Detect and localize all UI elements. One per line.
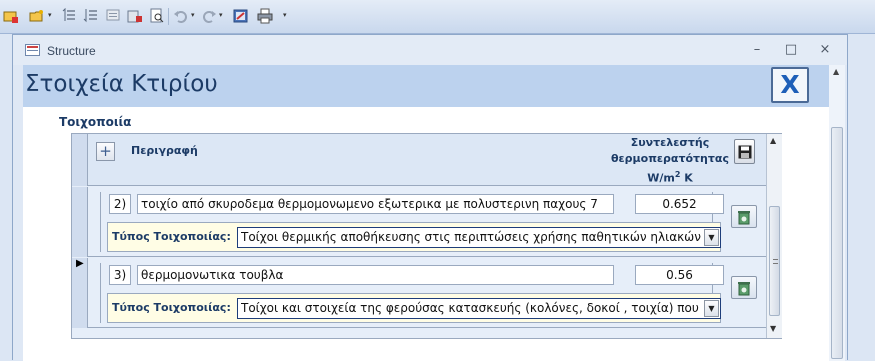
customize-icon[interactable]: ▾ xyxy=(283,12,289,19)
record-row[interactable]: 2) τοιχίο από σκυροδεμα θερμομονωμενο εξ… xyxy=(72,187,766,257)
new-record-icon[interactable] xyxy=(2,7,20,25)
record-selector[interactable] xyxy=(72,187,88,257)
sort-desc-icon[interactable] xyxy=(82,7,100,25)
wall-type-row: Τύπος Τοιχοποιίας: Τοίχοι θερμικής αποθή… xyxy=(107,222,721,252)
window-title: Structure xyxy=(47,44,96,58)
wall-type-combo[interactable]: Τοίχοι θερμικής αποθήκευσης στις περιπτώ… xyxy=(237,227,721,248)
walls-subform: + Περιγραφή Συντελεστής θερμοπερατότητας… xyxy=(71,133,782,339)
chevron-down-icon[interactable]: ▼ xyxy=(704,229,719,246)
description-field[interactable]: θερμομονωτικα τουβλα xyxy=(137,265,614,285)
wall-type-combo[interactable]: Τοίχοι και στοιχεία της φερούσας κατασκε… xyxy=(237,298,721,319)
print-icon[interactable] xyxy=(256,7,274,25)
form-body: Τοιχοποιία + Περιγραφή Συντελεστής θερμο… xyxy=(23,107,829,361)
chevron-down-icon[interactable]: ▾ xyxy=(191,12,197,19)
coef-header-line2: θερμοπερατότητας xyxy=(611,152,729,165)
chevron-down-icon[interactable]: ▼ xyxy=(704,300,719,317)
close-icon: X xyxy=(780,70,800,99)
structure-window: Structure – □ × Στοιχεία Κτιρίου X ▲ Τοι… xyxy=(12,34,848,361)
minimize-button[interactable]: – xyxy=(746,41,768,59)
maximize-button[interactable]: □ xyxy=(780,41,802,59)
sort-asc-icon[interactable] xyxy=(60,7,78,25)
delete-record-button[interactable] xyxy=(731,276,757,299)
section-label: Τοιχοποιία xyxy=(59,115,132,129)
add-record-button[interactable]: + xyxy=(96,142,115,161)
chevron-down-icon[interactable]: ▾ xyxy=(219,12,225,19)
trash-icon xyxy=(738,211,750,225)
window-titlebar: Structure – □ × xyxy=(13,35,847,65)
record-body: 3) θερμομονωτικα τουβλα 0.56 Τύπος Τοιχο… xyxy=(100,263,724,323)
record-number: 3) xyxy=(109,265,131,285)
column-header-description: Περιγραφή xyxy=(131,144,198,157)
scroll-down-icon[interactable]: ▼ xyxy=(770,324,776,333)
column-header-coefficient: Συντελεστής θερμοπερατότητας W/m2 K xyxy=(600,135,740,187)
record-row[interactable]: ▶ 3) θερμομονωτικα τουβλα 0.56 Τύπος Τοι… xyxy=(72,258,766,328)
wall-type-row: Τύπος Τοιχοποιίας: Τοίχοι και στοιχεία τ… xyxy=(107,293,721,323)
save-button[interactable] xyxy=(734,139,755,164)
close-window-button[interactable]: × xyxy=(814,41,836,59)
record-selector[interactable]: ▶ xyxy=(72,258,88,328)
print-preview-icon[interactable] xyxy=(148,7,166,25)
record-body: 2) τοιχίο από σκυροδεμα θερμομονωμενο εξ… xyxy=(100,192,724,252)
record-number: 2) xyxy=(109,194,131,214)
delete-record-button[interactable] xyxy=(731,205,757,228)
scroll-up-icon[interactable]: ▲ xyxy=(833,67,839,76)
filter-icon[interactable] xyxy=(104,7,122,25)
chevron-down-icon[interactable]: ▾ xyxy=(48,12,54,19)
redo-icon[interactable] xyxy=(200,7,218,25)
coefficient-field[interactable]: 0.652 xyxy=(635,194,724,214)
coef-header-unit: W/m2 K xyxy=(647,170,693,185)
scroll-up-icon[interactable]: ▲ xyxy=(770,136,776,145)
current-record-icon: ▶ xyxy=(76,258,84,269)
close-form-button[interactable]: X xyxy=(771,67,809,103)
undo-icon[interactable] xyxy=(172,7,190,25)
save-record-icon[interactable] xyxy=(126,7,144,25)
scrollbar-thumb[interactable] xyxy=(769,206,780,316)
report-icon[interactable] xyxy=(232,7,250,25)
page-title: Στοιχεία Κτιρίου xyxy=(25,71,218,97)
trash-icon xyxy=(738,282,750,296)
folder-icon[interactable] xyxy=(28,7,46,25)
toolbar-divider xyxy=(168,8,169,25)
coef-header-line1: Συντελεστής xyxy=(630,136,710,149)
scrollbar-grip xyxy=(773,259,778,264)
form-header: Στοιχεία Κτιρίου X xyxy=(23,65,839,107)
record-selector-column xyxy=(72,134,88,186)
subform-scrollbar[interactable]: ▲ ▼ xyxy=(766,134,782,338)
wall-type-label: Τύπος Τοιχοποιίας: xyxy=(112,230,231,243)
wall-type-label: Τύπος Τοιχοποιίας: xyxy=(112,301,231,314)
quick-access-toolbar: ▾ ▾ ▾ ▾ xyxy=(0,0,875,34)
form-icon xyxy=(25,44,40,56)
form-scrollbar[interactable]: ▲ xyxy=(829,65,845,361)
wall-type-value: Τοίχοι θερμικής αποθήκευσης στις περιπτώ… xyxy=(241,230,701,244)
subform-header: + Περιγραφή Συντελεστής θερμοπερατότητας… xyxy=(72,134,766,186)
wall-type-value: Τοίχοι και στοιχεία της φερούσας κατασκε… xyxy=(241,301,699,315)
description-field[interactable]: τοιχίο από σκυροδεμα θερμομονωμενο εξωτε… xyxy=(137,194,614,214)
floppy-disk-icon xyxy=(738,145,752,159)
coefficient-field[interactable]: 0.56 xyxy=(635,265,724,285)
scrollbar-thumb[interactable] xyxy=(831,127,843,359)
